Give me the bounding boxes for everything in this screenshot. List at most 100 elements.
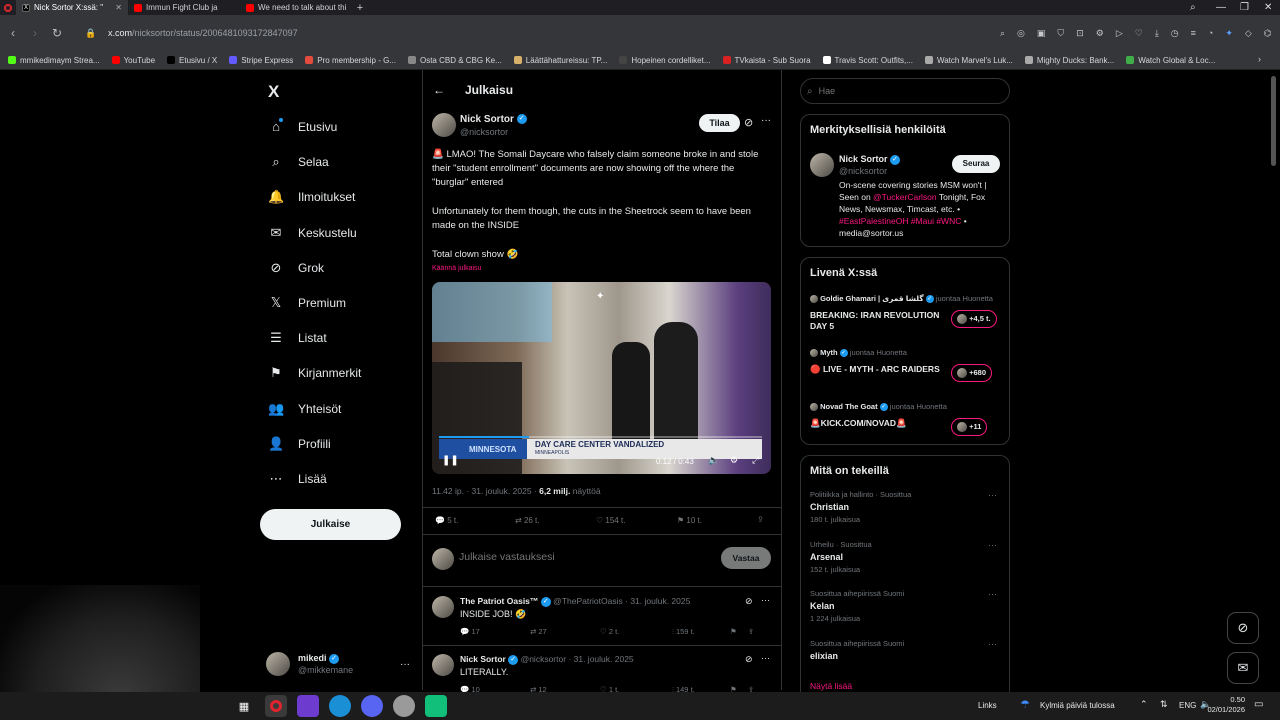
post-button[interactable]: Julkaise xyxy=(260,509,401,540)
language-indicator[interactable]: ENG xyxy=(1179,701,1196,710)
trend-item[interactable]: Urheilu · Suosittua Arsenal 152 t. julkais… xyxy=(810,540,1002,584)
bookmark-button[interactable]: ⚑ 10 t. xyxy=(677,516,702,525)
sidebar-item-lisää[interactable]: ⋯ Lisää xyxy=(268,471,327,487)
reply-author[interactable]: Nick Sortor xyxy=(460,654,506,664)
bookmark-item[interactable]: Osta CBD & CBG Ke... xyxy=(407,56,502,65)
reply-date[interactable]: · 31. jouluk. 2025 xyxy=(568,654,633,664)
bookmark-item[interactable]: Watch Marvel's Luk... xyxy=(924,56,1013,65)
browser-tab[interactable]: We need to talk about thi xyxy=(240,0,352,15)
cube-icon[interactable]: ◇ xyxy=(1245,28,1252,39)
avatar[interactable] xyxy=(432,654,454,676)
links-toolbar[interactable]: Links xyxy=(978,701,997,710)
sidebar-item-profiili[interactable]: 👤 Profiili xyxy=(268,436,331,452)
grok-icon[interactable]: ⊘ xyxy=(745,654,753,665)
translate-link[interactable]: Käännä julkaisu xyxy=(432,265,481,272)
more-icon[interactable]: ··· xyxy=(761,595,770,605)
more-icon[interactable]: ··· xyxy=(988,490,997,500)
network-icon[interactable]: ⇅ xyxy=(1160,699,1168,710)
mention-link[interactable]: @TuckerCarlson xyxy=(873,192,937,202)
search-box[interactable]: ⌕ xyxy=(800,78,1010,104)
reply-author[interactable]: The Patriot Oasis™ xyxy=(460,596,538,606)
notifications-icon[interactable]: ▭ xyxy=(1254,699,1263,710)
chevron-up-icon[interactable]: ⌃ xyxy=(1140,699,1148,710)
live-item[interactable]: Novad The Goat ✓ juontaa Huonetta 🚨KICK.C… xyxy=(810,402,1002,450)
download-icon[interactable]: ⤓ xyxy=(1155,28,1159,39)
show-more-link[interactable]: Näytä lisää xyxy=(810,681,852,691)
bookmarks-overflow-icon[interactable]: › xyxy=(1258,54,1261,64)
x-logo-icon[interactable]: X xyxy=(268,82,279,102)
more-icon[interactable]: ··· xyxy=(988,589,997,599)
minimize-button[interactable]: — xyxy=(1216,0,1226,15)
reply-date[interactable]: · 31. jouluk. 2025 xyxy=(625,596,690,606)
sidebar-item-keskustelu[interactable]: ✉ Keskustelu xyxy=(268,225,357,241)
task-view-icon[interactable]: ▦ xyxy=(233,695,255,717)
play-icon[interactable]: ▷ xyxy=(1116,28,1123,39)
browser-search-icon[interactable]: ⌕ xyxy=(1190,0,1196,15)
account-icon[interactable]: ◔ xyxy=(1208,28,1213,38)
bookmark-item[interactable]: Läättähattureissu: TP... xyxy=(513,56,607,65)
subscribe-button[interactable]: Tilaa xyxy=(699,114,740,132)
translate-icon[interactable]: ⚙ xyxy=(1096,28,1104,39)
settings-taskbar-icon[interactable] xyxy=(393,695,415,717)
reply-input[interactable] xyxy=(459,551,689,563)
browser-tab[interactable]: Immun Fight Club ja xyxy=(128,0,240,15)
volume-icon[interactable]: 🔈 xyxy=(708,455,719,466)
reply-button[interactable]: 💬 5 t. xyxy=(435,516,458,525)
reply-button[interactable]: Vastaa xyxy=(721,547,771,569)
more-icon[interactable]: ··· xyxy=(761,115,771,126)
video-progress-bar[interactable] xyxy=(439,436,762,438)
opera-logo-icon[interactable] xyxy=(0,3,16,12)
like-button[interactable]: ♡ 154 t. xyxy=(596,516,625,525)
obs-taskbar-icon[interactable] xyxy=(425,695,447,717)
pause-icon[interactable]: ❚❚ xyxy=(442,455,459,466)
more-icon[interactable]: ··· xyxy=(761,653,770,663)
new-tab-button[interactable]: + xyxy=(352,2,368,14)
app-taskbar-icon[interactable] xyxy=(297,695,319,717)
sidebar-item-ilmoitukset[interactable]: 🔔 Ilmoitukset xyxy=(268,189,355,205)
sidebar-item-grok[interactable]: ⊘ Grok xyxy=(268,260,324,276)
ai-icon[interactable]: ⌬ xyxy=(1264,28,1272,39)
url-field[interactable]: x.com/nicksortor/status/2006481093172847… xyxy=(108,28,298,38)
live-item[interactable]: Myth ✓ juontaa Huonetta 🔴 LIVE - MYTH - A… xyxy=(810,348,1002,396)
bookmark-item[interactable]: Travis Scott: Outfits,... xyxy=(822,56,913,65)
snapshot-icon[interactable]: ▣ xyxy=(1037,28,1046,39)
search-in-page-icon[interactable]: ⌕ xyxy=(1000,28,1005,39)
reader-icon[interactable]: ⊡ xyxy=(1076,28,1084,39)
avatar[interactable] xyxy=(432,596,454,618)
settings-icon[interactable]: ⚙ xyxy=(730,455,738,466)
sidebar-item-selaa[interactable]: ⌕ Selaa xyxy=(268,154,328,170)
sidebar-item-listat[interactable]: ☰ Listat xyxy=(268,330,327,346)
history-icon[interactable]: ◷ xyxy=(1171,28,1179,39)
edge-taskbar-icon[interactable] xyxy=(329,695,351,717)
forward-arrow-icon[interactable]: › xyxy=(24,26,46,40)
bookmark-item[interactable]: Stripe Express xyxy=(229,56,293,65)
bookmark-item[interactable]: Etusivu / X xyxy=(167,56,217,65)
more-icon[interactable]: ··· xyxy=(988,540,997,550)
avatar[interactable] xyxy=(810,153,834,177)
more-icon[interactable]: ··· xyxy=(400,659,410,670)
trend-item[interactable]: Suosittua aihepiirissä Suomi Kelan 1 224 j… xyxy=(810,589,1002,633)
shield-icon[interactable]: ⛉ xyxy=(1057,28,1064,39)
reply-handle[interactable]: @ThePatriotOasis xyxy=(553,596,623,606)
messages-floating-button[interactable]: ✉ xyxy=(1227,652,1259,684)
aria-icon[interactable]: ✦ xyxy=(1225,28,1233,39)
reply-button[interactable]: 💬 17 xyxy=(460,627,480,636)
scrollbar-thumb[interactable] xyxy=(1271,76,1276,166)
account-switcher[interactable]: mikedi ✓ @mikkemane ··· xyxy=(266,652,410,676)
sidebar-item-premium[interactable]: 𝕏 Premium xyxy=(268,295,346,311)
sidebar-item-etusivu[interactable]: ⌂ Etusivu xyxy=(268,119,337,134)
bookmark-icon[interactable]: ⚑ xyxy=(730,627,737,636)
discord-taskbar-icon[interactable] xyxy=(361,695,383,717)
close-window-button[interactable]: ✕ xyxy=(1264,0,1272,15)
bookmark-item[interactable]: Hopeinen cordelliket... xyxy=(619,56,711,65)
camera-icon[interactable]: ◎ xyxy=(1017,28,1025,39)
trend-item[interactable]: Suosittua aihepiirissä Suomi elixian ··· xyxy=(810,639,1002,683)
post-author[interactable]: Nick Sortor ✓ @nicksortor xyxy=(460,114,527,138)
opera-taskbar-icon[interactable] xyxy=(265,695,287,717)
follow-button[interactable]: Seuraa xyxy=(952,155,1000,173)
heart-icon[interactable]: ♡ xyxy=(1135,28,1143,39)
hashtag-links[interactable]: #EastPalestineOH #Maui #WNC xyxy=(839,216,961,226)
reply-handle[interactable]: @nicksortor xyxy=(521,654,566,664)
bookmark-item[interactable]: TVkaista - Sub Suora xyxy=(722,56,811,65)
close-tab-icon[interactable]: ✕ xyxy=(115,3,122,12)
